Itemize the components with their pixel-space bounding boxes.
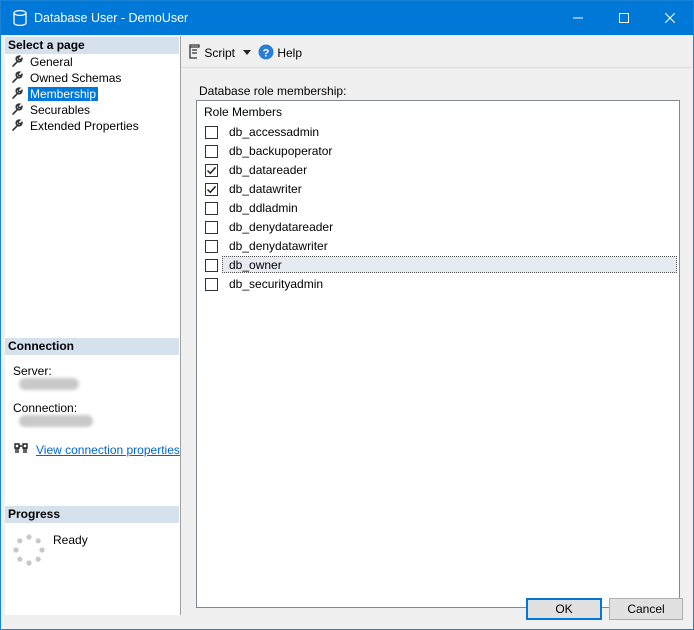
role-row-db-accessadmin[interactable]: db_accessadmin [197, 123, 677, 142]
help-icon: ? [258, 44, 274, 60]
role-name: db_denydatareader [229, 220, 334, 234]
role-name: db_ddladmin [229, 201, 298, 215]
role-name: db_accessadmin [229, 125, 320, 139]
close-button[interactable] [647, 1, 693, 35]
progress-header: Progress [5, 506, 179, 523]
role-name: db_datareader [229, 163, 308, 177]
close-icon [664, 12, 676, 24]
page-item-extended-properties[interactable]: Extended Properties [11, 118, 141, 134]
left-pane: Select a page General Owned Schemas Memb… [5, 36, 181, 615]
window-title: Database User - DemoUser [34, 11, 189, 25]
svg-text:?: ? [263, 48, 270, 60]
role-name: db_backupoperator [229, 144, 333, 158]
minimize-button[interactable] [555, 1, 601, 35]
dialog-window: Database User - DemoUser Select a page G… [0, 0, 694, 630]
role-row-db-datawriter[interactable]: db_datawriter [197, 180, 677, 199]
page-item-label: Securables [30, 103, 91, 117]
connection-label: Connection: [13, 401, 78, 415]
wrench-icon [12, 119, 23, 131]
help-button[interactable]: ? Help [258, 44, 302, 61]
help-label: Help [277, 46, 303, 60]
connection-value-redacted [19, 415, 93, 427]
maximize-button[interactable] [601, 1, 647, 35]
role-checkbox[interactable] [205, 183, 218, 196]
role-row-db-ddladmin[interactable]: db_ddladmin [197, 199, 677, 218]
focus-highlight [222, 256, 677, 273]
wrench-icon [12, 55, 23, 67]
script-label: Script [204, 46, 236, 60]
maximize-icon [619, 13, 629, 23]
page-item-label: Owned Schemas [30, 71, 122, 85]
page-item-label: Membership [28, 87, 99, 101]
progress-status: Ready [53, 533, 88, 547]
page-item-label: General [30, 55, 73, 69]
database-icon [13, 10, 27, 26]
role-checkbox[interactable] [205, 202, 218, 215]
wrench-icon [12, 103, 23, 115]
server-label: Server: [13, 364, 52, 378]
ok-button[interactable]: OK [526, 598, 602, 620]
checkmark-icon [206, 166, 217, 175]
minimize-icon [573, 17, 583, 19]
connection-header: Connection [5, 338, 179, 355]
dialog-footer: OK Cancel [181, 581, 692, 628]
title-bar[interactable]: Database User - DemoUser [1, 1, 693, 35]
role-row-db-securityadmin[interactable]: db_securityadmin [197, 275, 677, 294]
role-checkbox[interactable] [205, 278, 218, 291]
wrench-icon [12, 71, 23, 83]
role-members-list[interactable]: Role Members db_accessadmin db_backupope… [196, 100, 680, 608]
role-row-db-backupoperator[interactable]: db_backupoperator [197, 142, 677, 161]
role-row-db-owner[interactable]: db_owner [197, 256, 677, 275]
select-page-header: Select a page [5, 37, 179, 54]
main-pane: Script ? Help Database role membership: … [181, 36, 692, 616]
role-checkbox[interactable] [205, 221, 218, 234]
role-membership-label: Database role membership: [199, 84, 347, 98]
page-item-general[interactable]: General [11, 54, 75, 70]
role-name: db_datawriter [229, 182, 302, 196]
script-button[interactable]: Script [187, 44, 235, 61]
role-checkbox[interactable] [205, 259, 218, 272]
role-name: db_denydatawriter [229, 239, 328, 253]
page-item-membership[interactable]: Membership [11, 86, 99, 102]
page-item-securables[interactable]: Securables [11, 102, 92, 118]
script-icon [189, 44, 200, 59]
role-name: db_securityadmin [229, 277, 324, 291]
progress-spinner-icon [13, 534, 45, 566]
plug-icon [14, 443, 28, 453]
server-value-redacted [19, 378, 79, 390]
view-connection-properties-link[interactable]: View connection properties [36, 443, 180, 457]
role-checkbox[interactable] [205, 126, 218, 139]
page-item-label: Extended Properties [30, 119, 139, 133]
cancel-button[interactable]: Cancel [609, 598, 683, 620]
role-row-db-denydatawriter[interactable]: db_denydatawriter [197, 237, 677, 256]
checkmark-icon [206, 185, 217, 194]
role-name: db_owner [229, 258, 282, 272]
role-checkbox[interactable] [205, 164, 218, 177]
page-item-owned-schemas[interactable]: Owned Schemas [11, 70, 123, 86]
role-members-column-header: Role Members [204, 105, 283, 119]
role-checkbox[interactable] [205, 240, 218, 253]
role-checkbox[interactable] [205, 145, 218, 158]
role-row-db-denydatareader[interactable]: db_denydatareader [197, 218, 677, 237]
script-dropdown-arrow-icon[interactable] [243, 50, 251, 55]
role-row-db-datareader[interactable]: db_datareader [197, 161, 677, 180]
toolbar: Script ? Help [181, 36, 692, 68]
wrench-icon [12, 87, 23, 99]
